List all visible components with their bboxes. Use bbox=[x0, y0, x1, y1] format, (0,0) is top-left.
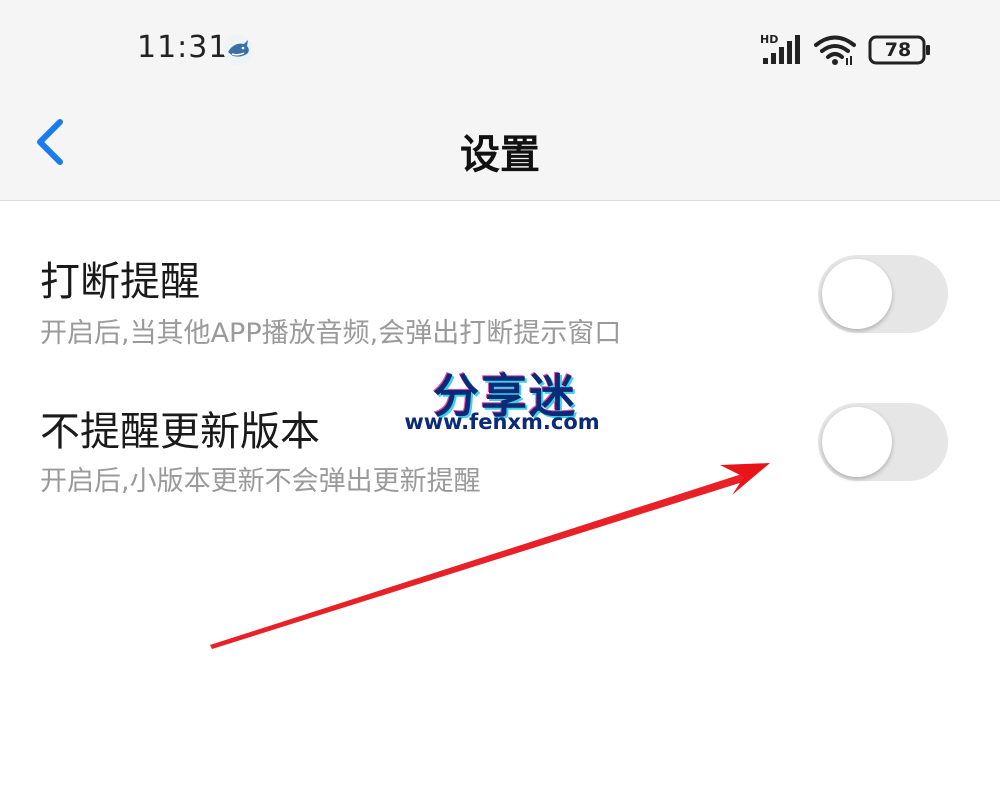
setting-title: 打断提醒 bbox=[40, 259, 200, 305]
battery-level: 78 bbox=[884, 39, 912, 61]
no-update-reminder-toggle[interactable] bbox=[818, 403, 948, 481]
clock: 11:31 bbox=[137, 30, 229, 65]
watermark-url: www.fenxm.com bbox=[404, 410, 600, 434]
toggle-knob bbox=[822, 259, 892, 329]
cellular-signal-icon: HD bbox=[760, 33, 800, 64]
setting-description: 开启后,当其他APP播放音频,会弹出打断提示窗口 bbox=[40, 318, 622, 349]
annotation-arrow bbox=[210, 463, 770, 649]
interrupt-reminder-toggle[interactable] bbox=[818, 255, 948, 333]
wifi-icon bbox=[814, 35, 856, 65]
watermark: 分享迷 www.fenxm.com bbox=[400, 360, 610, 440]
setting-row-interrupt-reminder: 打断提醒 开启后,当其他APP播放音频,会弹出打断提示窗口 bbox=[0, 201, 1000, 349]
svg-text:HD: HD bbox=[760, 33, 778, 46]
setting-title: 不提醒更新版本 bbox=[40, 409, 320, 455]
navigation-bar: 设置 bbox=[0, 100, 1000, 201]
status-bar: 11:31 HD 78 bbox=[0, 0, 1000, 100]
shark-app-icon bbox=[223, 35, 253, 65]
page-title: 设置 bbox=[460, 132, 540, 178]
toggle-knob bbox=[822, 407, 892, 477]
